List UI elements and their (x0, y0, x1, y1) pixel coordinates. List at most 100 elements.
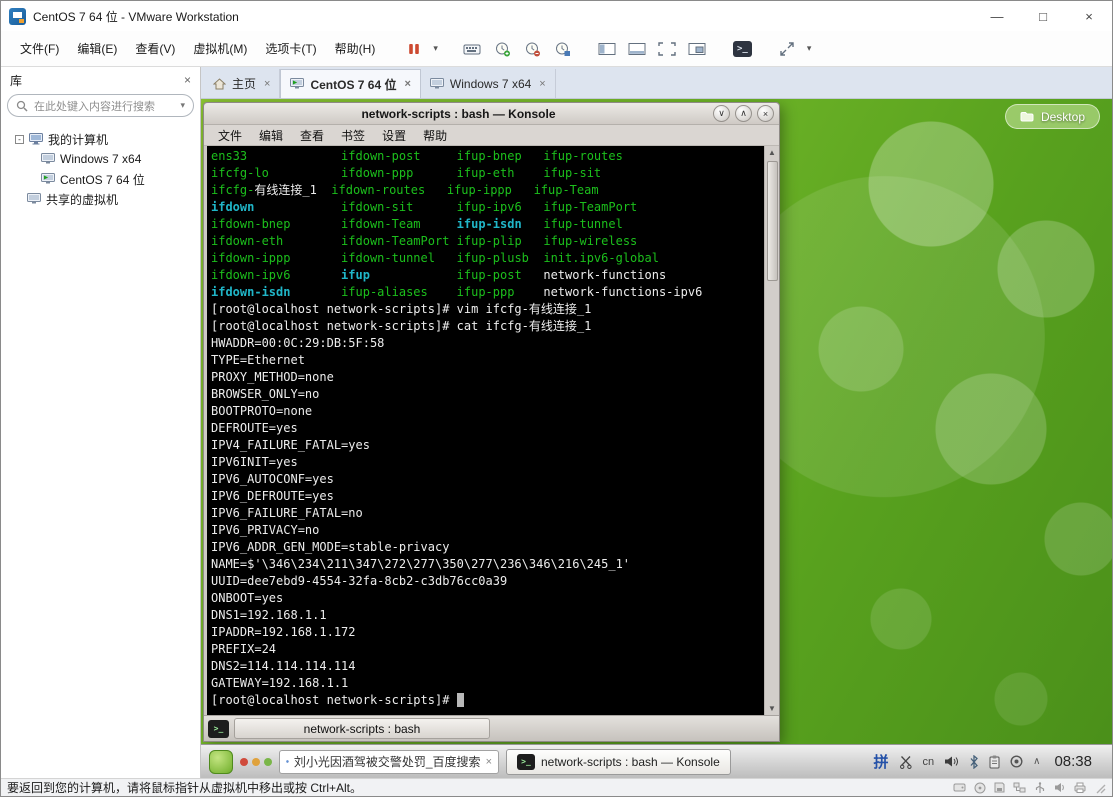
desktop-folder-widget[interactable]: Desktop (1004, 104, 1100, 129)
tab-home[interactable]: 主页 × (204, 69, 281, 98)
tree-item-label: Windows 7 x64 (60, 152, 142, 166)
konsole-close-button[interactable]: × (757, 105, 774, 122)
taskbar-clock[interactable]: 08:38 (1054, 753, 1092, 770)
folder-icon (1020, 112, 1034, 122)
vmware-logo-icon (9, 7, 26, 25)
menu-file[interactable]: 文件(F) (11, 35, 68, 62)
tree-item-centos7[interactable]: CentOS 7 64 位 (1, 169, 200, 189)
library-search-placeholder: 在此处键入内容进行搜索 (34, 100, 155, 113)
power-caret-icon[interactable]: ▾ (430, 43, 441, 54)
console-prompt-icon: >_ (732, 40, 752, 57)
network-adapter-icon[interactable] (1013, 782, 1026, 793)
suspend-button[interactable] (400, 36, 427, 62)
konsole-menu-settings[interactable]: 设置 (374, 125, 414, 146)
konsole-window-buttons: ∨ ∧ × (708, 105, 774, 122)
console-view-button[interactable]: >_ (729, 36, 756, 62)
terminal-scrollbar[interactable]: ▲ ▼ (764, 146, 779, 715)
scissors-icon[interactable] (899, 755, 913, 769)
konsole-titlebar[interactable]: network-scripts : bash — Konsole ∨ ∧ × (204, 103, 779, 125)
tab-close-icon[interactable]: × (404, 78, 410, 90)
app-launcher-icon[interactable] (209, 749, 233, 774)
usb-icon[interactable] (1034, 781, 1046, 794)
menu-vm[interactable]: 虚拟机(M) (184, 35, 256, 62)
tree-item-windows7[interactable]: Windows 7 x64 (1, 149, 200, 169)
konsole-window: network-scripts : bash — Konsole ∨ ∧ × 文… (203, 102, 780, 742)
hdd-icon[interactable] (953, 782, 966, 793)
library-close-icon[interactable]: × (184, 73, 191, 87)
terminal-line: IPV6_AUTOCONF=yes (211, 472, 334, 486)
printer-icon[interactable] (1074, 782, 1086, 793)
library-title: 库 (10, 73, 23, 88)
konsole-menu-file[interactable]: 文件 (210, 125, 250, 146)
tab-centos7[interactable]: CentOS 7 64 位 × (280, 69, 421, 98)
snapshot-revert-button[interactable] (519, 36, 546, 62)
menu-tabs[interactable]: 选项卡(T) (256, 35, 325, 62)
new-session-icon[interactable]: >_ (208, 719, 229, 738)
scrollbar-track[interactable] (765, 159, 779, 702)
library-search-input[interactable]: 在此处键入内容进行搜索 ▾ (7, 94, 194, 117)
library-toggle-button[interactable] (594, 36, 621, 62)
tree-item-shared-vms[interactable]: 共享的虚拟机 (1, 189, 200, 209)
maximize-button[interactable]: □ (1020, 1, 1066, 31)
cd-icon[interactable] (974, 782, 986, 794)
collapse-icon[interactable]: - (15, 134, 24, 144)
konsole-minimize-button[interactable]: ∨ (713, 105, 730, 122)
terminal-line: ifdown-ippp ifdown-tunnel ifup-plusb ini… (211, 251, 659, 265)
konsole-task-button[interactable]: >_ network-scripts : bash — Konsole (506, 748, 731, 775)
menu-help[interactable]: 帮助(H) (326, 35, 385, 62)
konsole-menu-edit[interactable]: 编辑 (251, 125, 291, 146)
konsole-maximize-button[interactable]: ∧ (735, 105, 752, 122)
home-icon (213, 77, 226, 89)
clipboard-icon[interactable] (989, 755, 1000, 769)
green-dot-icon[interactable] (264, 757, 272, 766)
expand-caret-icon[interactable]: ▾ (804, 43, 815, 54)
menu-edit[interactable]: 编辑(E) (68, 35, 126, 62)
input-method-indicator[interactable]: 拼 (873, 751, 888, 772)
tab-windows7[interactable]: Windows 7 x64 × (421, 69, 556, 98)
expand-display-button[interactable] (774, 36, 801, 62)
tab-close-icon[interactable]: × (264, 78, 270, 90)
konsole-session-tab[interactable]: network-scripts : bash (234, 718, 490, 739)
search-clear-icon[interactable]: × (486, 756, 492, 768)
terminal-line: ifdown-isdn ifup-aliases ifup-ppp networ… (211, 285, 703, 299)
menu-view[interactable]: 查看(V) (126, 35, 184, 62)
orange-dot-icon[interactable] (252, 757, 260, 766)
sound-icon[interactable] (1054, 782, 1066, 793)
taskbar-search-field[interactable]: 刘小光因酒驾被交警处罚_百度搜索 × (279, 749, 499, 774)
terminal-text[interactable]: ens33 ifdown-post ifup-bnep ifup-routes i… (207, 146, 764, 715)
thumbnail-bar-toggle-button[interactable] (624, 36, 651, 62)
network-icon[interactable] (1010, 755, 1023, 768)
terminal-line: HWADDR=00:0C:29:DB:5F:58 (211, 336, 385, 350)
scroll-down-icon[interactable]: ▼ (768, 702, 776, 715)
tab-label: CentOS 7 64 位 (310, 77, 397, 92)
resize-grip-icon[interactable] (1094, 782, 1106, 794)
konsole-menu-bookmarks[interactable]: 书签 (333, 125, 373, 146)
scroll-up-icon[interactable]: ▲ (768, 146, 776, 159)
tree-item-my-computer[interactable]: - 我的计算机 (1, 129, 200, 149)
konsole-menubar: 文件 编辑 查看 书签 设置 帮助 (204, 125, 779, 146)
terminal-line: ens33 ifdown-post ifup-bnep ifup-routes (211, 149, 623, 163)
terminal-line: ifdown-eth ifdown-TeamPort ifup-plip ifu… (211, 234, 638, 248)
minimize-button[interactable]: — (974, 1, 1020, 31)
close-button[interactable]: × (1066, 1, 1112, 31)
search-caret-icon[interactable]: ▾ (180, 100, 185, 111)
volume-icon[interactable] (944, 755, 959, 768)
vm-running-icon (290, 78, 305, 89)
terminal-line: ifcfg-有线连接_1 ifdown-routes ifup-ippp ifu… (211, 183, 599, 197)
scrollbar-thumb[interactable] (766, 161, 778, 281)
snapshot-manager-button[interactable] (549, 36, 576, 62)
red-dot-icon[interactable] (240, 757, 248, 766)
terminal-line: IPV6_FAILURE_FATAL=no (211, 506, 363, 520)
snapshot-take-button[interactable] (489, 36, 516, 62)
bluetooth-icon[interactable] (969, 754, 979, 769)
ctrl-alt-del-button[interactable] (459, 36, 486, 62)
tab-close-icon[interactable]: × (539, 78, 545, 90)
vm-screen[interactable]: Desktop network-scripts : bash — Konsole… (201, 99, 1112, 778)
konsole-menu-view[interactable]: 查看 (292, 125, 332, 146)
unity-toggle-button[interactable] (684, 36, 711, 62)
tray-expand-icon[interactable]: ∧ (1033, 756, 1040, 767)
konsole-menu-help[interactable]: 帮助 (415, 125, 455, 146)
floppy-icon[interactable] (994, 782, 1005, 793)
fullscreen-toggle-button[interactable] (654, 36, 681, 62)
keyboard-layout-indicator[interactable]: cn (923, 756, 935, 768)
